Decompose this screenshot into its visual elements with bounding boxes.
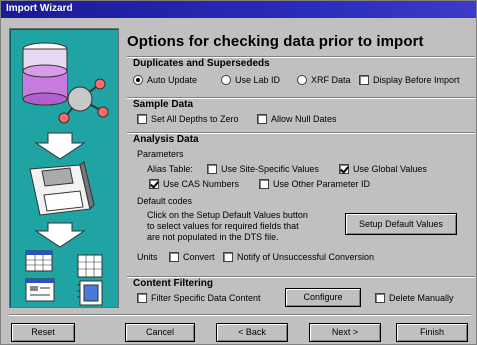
- default-codes-label: Default codes: [137, 196, 193, 206]
- parameters-label: Parameters: [137, 149, 184, 159]
- configure-button[interactable]: Configure: [285, 288, 361, 307]
- checkbox-icon[interactable]: [149, 179, 159, 189]
- default-codes-help-line: to select values for required fields tha…: [147, 221, 299, 231]
- cancel-button[interactable]: Cancel: [125, 323, 195, 342]
- arrow-down-icon: [34, 132, 86, 160]
- analysis-data-group: Analysis Data Parameters Alias Table: Us…: [127, 132, 475, 272]
- analysis-data-title: Analysis Data: [133, 134, 199, 145]
- content-filtering-title: Content Filtering: [133, 278, 213, 289]
- beaker-icon: [22, 42, 68, 106]
- checkbox-icon[interactable]: [137, 114, 147, 124]
- radio-button-icon[interactable]: [221, 75, 231, 85]
- wizard-illustration: [22, 42, 109, 306]
- default-codes-help-line: are not populated in the DTS file.: [147, 232, 279, 242]
- checkbox-icon[interactable]: [207, 164, 217, 174]
- radio-button-icon[interactable]: [133, 75, 143, 85]
- alias-table-label: Alias Table:: [147, 164, 193, 174]
- page-heading: Options for checking data prior to impor…: [127, 33, 424, 50]
- checkbox-icon[interactable]: [359, 75, 369, 85]
- wizard-illustration-panel: [9, 28, 119, 308]
- delete-manually-checkbox[interactable]: Delete Manually: [375, 293, 454, 303]
- spreadsheet-icon: [25, 250, 53, 272]
- radio-button-icon[interactable]: [297, 75, 307, 85]
- window-title: Import Wizard: [1, 1, 476, 18]
- use-cas-numbers-checkbox[interactable]: Use CAS Numbers: [149, 179, 239, 189]
- setup-default-values-button[interactable]: Setup Default Values: [345, 213, 457, 235]
- table-icon: [77, 254, 103, 278]
- content-filtering-group: Content Filtering Filter Specific Data C…: [127, 276, 475, 308]
- units-label: Units: [137, 252, 158, 262]
- filter-specific-checkbox[interactable]: Filter Specific Data Content: [137, 293, 261, 303]
- sample-data-title: Sample Data: [133, 99, 194, 110]
- notebook-icon: [77, 280, 103, 306]
- set-depths-zero-checkbox[interactable]: Set All Depths to Zero: [137, 114, 239, 124]
- checkbox-icon[interactable]: [169, 252, 179, 262]
- form-icon: [25, 278, 55, 302]
- back-button[interactable]: < Back: [216, 323, 288, 342]
- checkbox-icon[interactable]: [223, 252, 233, 262]
- radio-use-lab-id[interactable]: Use Lab ID: [221, 75, 280, 85]
- checkbox-icon[interactable]: [137, 293, 147, 303]
- reset-button[interactable]: Reset: [11, 323, 75, 342]
- radio-xrf-data[interactable]: XRF Data: [297, 75, 351, 85]
- next-button[interactable]: Next >: [309, 323, 381, 342]
- notify-conversion-checkbox[interactable]: Notify of Unsuccessful Conversion: [223, 252, 374, 262]
- sample-data-group: Sample Data Set All Depths to Zero Allow…: [127, 97, 475, 127]
- arrow-down-icon: [34, 222, 86, 248]
- use-other-parameter-checkbox[interactable]: Use Other Parameter ID: [259, 179, 370, 189]
- checkbox-icon[interactable]: [257, 114, 267, 124]
- allow-null-dates-checkbox[interactable]: Allow Null Dates: [257, 114, 337, 124]
- footer-divider: [9, 314, 471, 316]
- duplicates-title: Duplicates and Supersededs: [133, 58, 270, 69]
- radio-auto-update[interactable]: Auto Update: [133, 75, 197, 85]
- checkbox-icon[interactable]: [259, 179, 269, 189]
- display-before-import-checkbox[interactable]: Display Before Import: [359, 75, 460, 85]
- checkbox-icon[interactable]: [339, 164, 349, 174]
- convert-checkbox[interactable]: Convert: [169, 252, 215, 262]
- use-global-values-checkbox[interactable]: Use Global Values: [339, 164, 427, 174]
- import-wizard-window: Import Wizard Options for checking data …: [0, 0, 477, 345]
- default-codes-help-line: Click on the Setup Default Values button: [147, 210, 308, 220]
- use-site-specific-checkbox[interactable]: Use Site-Specific Values: [207, 164, 319, 174]
- finish-button[interactable]: Finish: [396, 323, 468, 342]
- duplicates-group: Duplicates and Supersededs Auto Update U…: [127, 56, 475, 94]
- floppy-disk-icon: [29, 161, 95, 216]
- checkbox-icon[interactable]: [375, 293, 385, 303]
